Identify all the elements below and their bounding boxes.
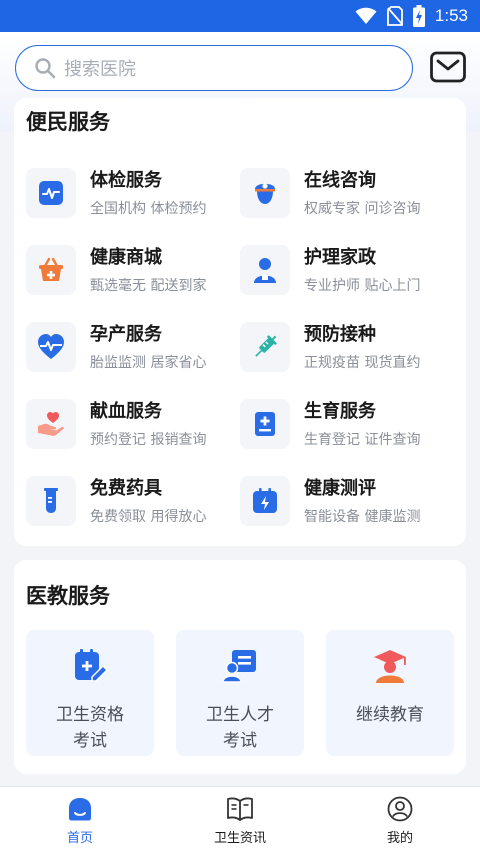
- convenience-services-card: 便民服务 体检服务 全国机构 体检预约 在线咨询 权威专家 问诊咨询 健康商城 …: [14, 98, 466, 546]
- service-desc: 智能设备 健康监测: [304, 509, 421, 525]
- service-home-care[interactable]: 护理家政 专业护师 贴心上门: [240, 243, 445, 299]
- service-free-contraceptives[interactable]: 免费药具 免费领取 用得放心: [26, 474, 231, 530]
- syringe-icon: [255, 335, 277, 357]
- test-tube-icon: [44, 488, 58, 513]
- service-desc: 免费领取 用得放心: [90, 509, 207, 525]
- search-input[interactable]: 搜索医院: [15, 45, 413, 91]
- service-name: 健康测评: [304, 478, 376, 499]
- service-name: 献血服务: [90, 401, 162, 422]
- service-name: 免费药具: [90, 478, 162, 499]
- service-icon-box: [26, 245, 76, 295]
- service-maternity[interactable]: 孕产服务 胎监监测 居家省心: [26, 320, 231, 376]
- service-icon-box: [240, 476, 290, 526]
- edu-label: 卫生人才 考试: [206, 705, 274, 751]
- nav-label: 卫生资讯: [213, 831, 266, 846]
- service-name: 孕产服务: [90, 324, 162, 345]
- service-icon-box: [26, 322, 76, 372]
- nav-profile[interactable]: 我的: [340, 787, 460, 853]
- service-icon-box: [26, 168, 76, 218]
- service-name: 预防接种: [304, 324, 376, 345]
- edu-label: 继续教育: [356, 705, 424, 725]
- nav-label: 首页: [66, 831, 93, 846]
- status-time: 1:53: [434, 6, 468, 25]
- bottom-navigation: 首页 卫生资讯 我的: [0, 786, 480, 853]
- battery-charging-icon: [412, 5, 425, 27]
- service-desc: 甄选毫无 配送到家: [90, 278, 207, 294]
- nav-health-news[interactable]: 卫生资讯: [180, 787, 300, 853]
- service-desc: 生育登记 证件查询: [304, 432, 421, 448]
- calendar-bolt-icon: [253, 488, 277, 513]
- hand-heart-icon: [38, 412, 64, 436]
- service-desc: 专业护师 贴心上门: [304, 278, 421, 294]
- status-bar: 1:53: [0, 0, 480, 32]
- no-sim-icon: [387, 6, 403, 26]
- book-icon: [227, 797, 253, 821]
- edu-health-qualification-exam[interactable]: 卫生资格 考试: [26, 630, 154, 756]
- search-icon: [35, 58, 56, 79]
- wifi-icon: [355, 7, 377, 24]
- graduate-cap-icon: [374, 650, 406, 683]
- service-fertility[interactable]: 生育服务 生育登记 证件查询: [240, 397, 445, 453]
- message-icon[interactable]: [430, 51, 466, 83]
- service-desc: 正规疫苗 现货直约: [304, 355, 421, 371]
- service-health-assessment[interactable]: 健康测评 智能设备 健康监测: [240, 474, 445, 530]
- convenience-title: 便民服务: [26, 110, 110, 134]
- service-icon-box: [26, 476, 76, 526]
- edu-continuing-education[interactable]: 继续教育: [326, 630, 454, 756]
- talent-card-icon: [222, 650, 256, 683]
- heartbeat-icon: [38, 334, 64, 359]
- service-icon-box: [240, 322, 290, 372]
- nav-label: 我的: [386, 831, 413, 846]
- profile-icon: [387, 796, 413, 822]
- service-physical-exam[interactable]: 体检服务 全国机构 体检预约: [26, 166, 231, 222]
- service-icon-box: [240, 168, 290, 218]
- service-desc: 全国机构 体检预约: [90, 201, 207, 217]
- service-name: 体检服务: [90, 170, 162, 191]
- service-health-mall[interactable]: 健康商城 甄选毫无 配送到家: [26, 243, 231, 299]
- shopping-basket-icon: [39, 257, 63, 281]
- service-icon-box: [26, 399, 76, 449]
- service-blood-donation[interactable]: 献血服务 预约登记 报销查询: [26, 397, 231, 453]
- service-name: 健康商城: [90, 247, 162, 268]
- service-icon-box: [240, 245, 290, 295]
- service-desc: 预约登记 报销查询: [90, 432, 207, 448]
- search-row: 搜索医院: [0, 42, 480, 92]
- education-services-card: 医教服务 卫生资格 考试 卫生人才 考试 继续教育: [14, 560, 466, 774]
- service-name: 在线咨询: [304, 170, 376, 191]
- search-placeholder: 搜索医院: [64, 59, 136, 80]
- service-icon-box: [240, 399, 290, 449]
- caregiver-icon: [254, 258, 276, 283]
- home-icon: [69, 798, 91, 821]
- nurse-icon: [255, 183, 275, 204]
- service-desc: 权威专家 问诊咨询: [304, 201, 421, 217]
- edu-health-talent-exam[interactable]: 卫生人才 考试: [176, 630, 304, 756]
- service-desc: 胎监监测 居家省心: [90, 355, 207, 371]
- medical-book-icon: [255, 412, 275, 436]
- service-online-consult[interactable]: 在线咨询 权威专家 问诊咨询: [240, 166, 445, 222]
- nav-home[interactable]: 首页: [20, 787, 140, 853]
- edu-label: 卫生资格 考试: [56, 705, 124, 751]
- exam-edit-icon: [75, 649, 108, 682]
- education-title: 医教服务: [26, 584, 110, 608]
- pulse-monitor-icon: [39, 181, 63, 205]
- service-name: 护理家政: [304, 247, 376, 268]
- service-name: 生育服务: [304, 401, 376, 422]
- service-vaccination[interactable]: 预防接种 正规疫苗 现货直约: [240, 320, 445, 376]
